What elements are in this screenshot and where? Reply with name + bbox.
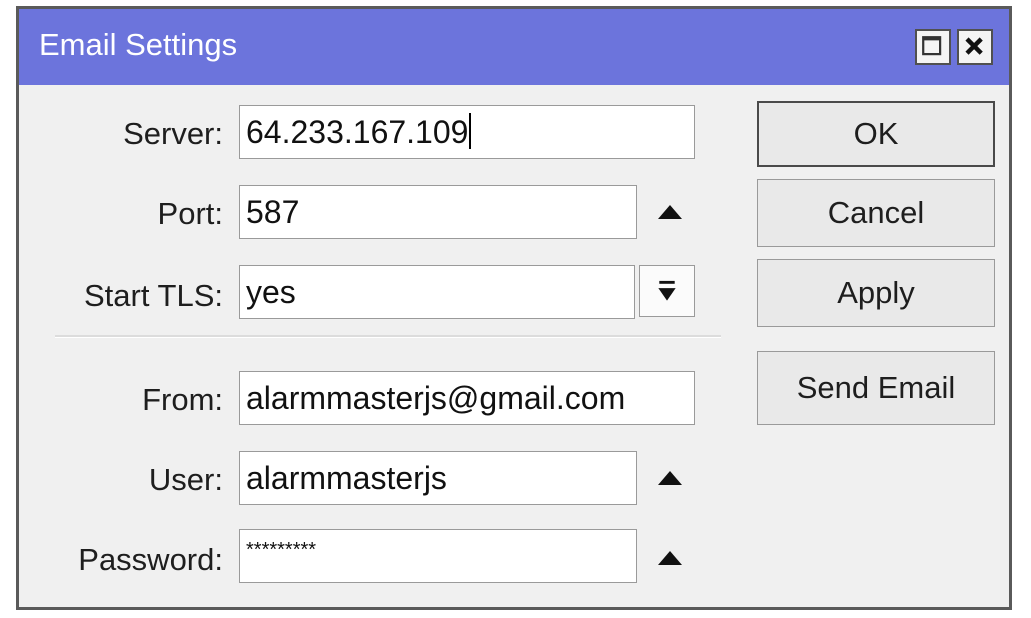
cancel-button[interactable]: Cancel: [757, 179, 995, 247]
email-settings-window: Email Settings Server: 64.233.167.109 Po…: [16, 6, 1012, 610]
port-value: 587: [246, 194, 300, 230]
start-tls-dropdown-button[interactable]: [639, 265, 695, 317]
port-input[interactable]: 587: [239, 185, 637, 239]
user-collapse-button[interactable]: [657, 469, 683, 487]
server-label: Server:: [123, 116, 223, 151]
close-button[interactable]: [957, 29, 993, 65]
ok-button[interactable]: OK: [757, 101, 995, 167]
user-label: User:: [148, 462, 223, 497]
user-input[interactable]: alarmmasterjs: [239, 451, 637, 505]
start-tls-label: Start TLS:: [84, 278, 223, 313]
window-title: Email Settings: [39, 27, 238, 62]
password-label: Password:: [78, 542, 223, 577]
from-input[interactable]: alarmmasterjs@gmail.com: [239, 371, 695, 425]
server-value: 64.233.167.109: [246, 114, 469, 150]
arrow-up-icon: [658, 471, 682, 485]
password-input[interactable]: *********: [239, 529, 637, 583]
start-tls-value: yes: [246, 274, 296, 310]
maximize-icon: [922, 36, 942, 56]
password-collapse-button[interactable]: [657, 549, 683, 567]
title-bar[interactable]: Email Settings: [19, 9, 1009, 85]
text-caret: [469, 113, 472, 149]
section-divider: [55, 335, 721, 338]
port-label: Port:: [157, 196, 223, 231]
arrow-up-icon: [658, 205, 682, 219]
send-email-button[interactable]: Send Email: [757, 351, 995, 425]
user-value: alarmmasterjs: [246, 460, 447, 496]
dropdown-arrow-icon: [658, 280, 676, 301]
server-input[interactable]: 64.233.167.109: [239, 105, 695, 159]
close-icon: [965, 37, 983, 55]
arrow-up-icon: [658, 551, 682, 565]
apply-button[interactable]: Apply: [757, 259, 995, 327]
from-value: alarmmasterjs@gmail.com: [246, 380, 626, 416]
maximize-button[interactable]: [915, 29, 951, 65]
start-tls-select[interactable]: yes: [239, 265, 635, 319]
password-value: *********: [246, 539, 317, 561]
from-label: From:: [142, 382, 223, 417]
port-collapse-button[interactable]: [657, 203, 683, 221]
